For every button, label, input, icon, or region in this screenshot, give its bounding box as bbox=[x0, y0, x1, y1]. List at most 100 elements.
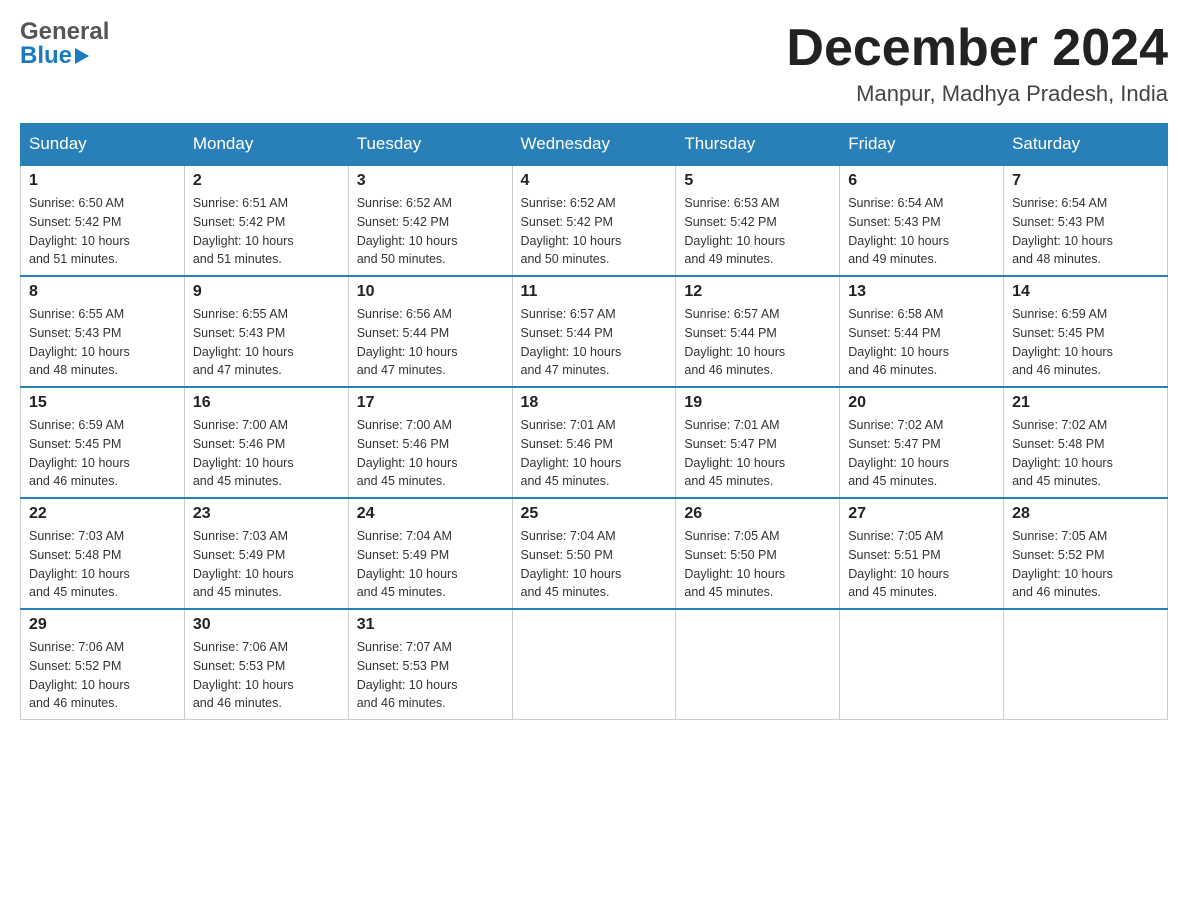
day-info: Sunrise: 7:00 AM Sunset: 5:46 PM Dayligh… bbox=[357, 416, 504, 491]
calendar-cell: 30 Sunrise: 7:06 AM Sunset: 5:53 PM Dayl… bbox=[184, 609, 348, 720]
day-info: Sunrise: 7:02 AM Sunset: 5:48 PM Dayligh… bbox=[1012, 416, 1159, 491]
day-number: 28 bbox=[1012, 505, 1159, 523]
header-wednesday: Wednesday bbox=[512, 124, 676, 166]
day-info: Sunrise: 6:55 AM Sunset: 5:43 PM Dayligh… bbox=[29, 305, 176, 380]
logo-line1: General bbox=[20, 20, 109, 44]
day-number: 23 bbox=[193, 505, 340, 523]
week-row-5: 29 Sunrise: 7:06 AM Sunset: 5:52 PM Dayl… bbox=[21, 609, 1168, 720]
calendar-cell: 10 Sunrise: 6:56 AM Sunset: 5:44 PM Dayl… bbox=[348, 276, 512, 387]
day-number: 31 bbox=[357, 616, 504, 634]
logo-block: General Blue bbox=[20, 20, 109, 68]
calendar-cell: 31 Sunrise: 7:07 AM Sunset: 5:53 PM Dayl… bbox=[348, 609, 512, 720]
calendar-cell: 14 Sunrise: 6:59 AM Sunset: 5:45 PM Dayl… bbox=[1004, 276, 1168, 387]
day-number: 8 bbox=[29, 283, 176, 301]
header-friday: Friday bbox=[840, 124, 1004, 166]
day-number: 30 bbox=[193, 616, 340, 634]
header-saturday: Saturday bbox=[1004, 124, 1168, 166]
day-info: Sunrise: 6:50 AM Sunset: 5:42 PM Dayligh… bbox=[29, 194, 176, 269]
day-info: Sunrise: 7:01 AM Sunset: 5:47 PM Dayligh… bbox=[684, 416, 831, 491]
calendar-cell: 13 Sunrise: 6:58 AM Sunset: 5:44 PM Dayl… bbox=[840, 276, 1004, 387]
header-thursday: Thursday bbox=[676, 124, 840, 166]
day-info: Sunrise: 6:53 AM Sunset: 5:42 PM Dayligh… bbox=[684, 194, 831, 269]
day-info: Sunrise: 6:56 AM Sunset: 5:44 PM Dayligh… bbox=[357, 305, 504, 380]
day-info: Sunrise: 7:03 AM Sunset: 5:49 PM Dayligh… bbox=[193, 527, 340, 602]
day-number: 21 bbox=[1012, 394, 1159, 412]
calendar-cell: 3 Sunrise: 6:52 AM Sunset: 5:42 PM Dayli… bbox=[348, 165, 512, 276]
header-monday: Monday bbox=[184, 124, 348, 166]
calendar-cell: 16 Sunrise: 7:00 AM Sunset: 5:46 PM Dayl… bbox=[184, 387, 348, 498]
month-title: December 2024 bbox=[786, 20, 1168, 77]
day-info: Sunrise: 7:05 AM Sunset: 5:51 PM Dayligh… bbox=[848, 527, 995, 602]
calendar-cell: 2 Sunrise: 6:51 AM Sunset: 5:42 PM Dayli… bbox=[184, 165, 348, 276]
day-info: Sunrise: 6:57 AM Sunset: 5:44 PM Dayligh… bbox=[684, 305, 831, 380]
day-info: Sunrise: 7:00 AM Sunset: 5:46 PM Dayligh… bbox=[193, 416, 340, 491]
day-number: 13 bbox=[848, 283, 995, 301]
day-number: 5 bbox=[684, 172, 831, 190]
day-info: Sunrise: 7:04 AM Sunset: 5:49 PM Dayligh… bbox=[357, 527, 504, 602]
day-number: 1 bbox=[29, 172, 176, 190]
logo-arrow-icon bbox=[75, 48, 89, 64]
week-row-4: 22 Sunrise: 7:03 AM Sunset: 5:48 PM Dayl… bbox=[21, 498, 1168, 609]
day-number: 27 bbox=[848, 505, 995, 523]
calendar-cell: 17 Sunrise: 7:00 AM Sunset: 5:46 PM Dayl… bbox=[348, 387, 512, 498]
calendar-cell: 19 Sunrise: 7:01 AM Sunset: 5:47 PM Dayl… bbox=[676, 387, 840, 498]
logo-blue-text: Blue bbox=[20, 44, 72, 68]
day-info: Sunrise: 6:54 AM Sunset: 5:43 PM Dayligh… bbox=[848, 194, 995, 269]
day-info: Sunrise: 6:58 AM Sunset: 5:44 PM Dayligh… bbox=[848, 305, 995, 380]
calendar-cell: 21 Sunrise: 7:02 AM Sunset: 5:48 PM Dayl… bbox=[1004, 387, 1168, 498]
header-sunday: Sunday bbox=[21, 124, 185, 166]
day-number: 4 bbox=[521, 172, 668, 190]
calendar-cell: 20 Sunrise: 7:02 AM Sunset: 5:47 PM Dayl… bbox=[840, 387, 1004, 498]
calendar-cell: 25 Sunrise: 7:04 AM Sunset: 5:50 PM Dayl… bbox=[512, 498, 676, 609]
day-info: Sunrise: 7:01 AM Sunset: 5:46 PM Dayligh… bbox=[521, 416, 668, 491]
calendar-cell: 12 Sunrise: 6:57 AM Sunset: 5:44 PM Dayl… bbox=[676, 276, 840, 387]
day-info: Sunrise: 7:05 AM Sunset: 5:50 PM Dayligh… bbox=[684, 527, 831, 602]
week-row-3: 15 Sunrise: 6:59 AM Sunset: 5:45 PM Dayl… bbox=[21, 387, 1168, 498]
day-number: 14 bbox=[1012, 283, 1159, 301]
weekday-header-row: Sunday Monday Tuesday Wednesday Thursday… bbox=[21, 124, 1168, 166]
calendar-cell bbox=[512, 609, 676, 720]
day-number: 3 bbox=[357, 172, 504, 190]
calendar-cell: 7 Sunrise: 6:54 AM Sunset: 5:43 PM Dayli… bbox=[1004, 165, 1168, 276]
day-number: 24 bbox=[357, 505, 504, 523]
calendar-cell: 29 Sunrise: 7:06 AM Sunset: 5:52 PM Dayl… bbox=[21, 609, 185, 720]
day-number: 19 bbox=[684, 394, 831, 412]
header-tuesday: Tuesday bbox=[348, 124, 512, 166]
day-info: Sunrise: 6:59 AM Sunset: 5:45 PM Dayligh… bbox=[29, 416, 176, 491]
day-number: 11 bbox=[521, 283, 668, 301]
day-info: Sunrise: 6:52 AM Sunset: 5:42 PM Dayligh… bbox=[357, 194, 504, 269]
calendar-cell: 11 Sunrise: 6:57 AM Sunset: 5:44 PM Dayl… bbox=[512, 276, 676, 387]
day-number: 17 bbox=[357, 394, 504, 412]
calendar-table: Sunday Monday Tuesday Wednesday Thursday… bbox=[20, 123, 1168, 720]
day-number: 2 bbox=[193, 172, 340, 190]
logo: General Blue bbox=[20, 20, 109, 68]
calendar-cell: 22 Sunrise: 7:03 AM Sunset: 5:48 PM Dayl… bbox=[21, 498, 185, 609]
calendar-cell: 15 Sunrise: 6:59 AM Sunset: 5:45 PM Dayl… bbox=[21, 387, 185, 498]
day-info: Sunrise: 7:04 AM Sunset: 5:50 PM Dayligh… bbox=[521, 527, 668, 602]
day-info: Sunrise: 7:03 AM Sunset: 5:48 PM Dayligh… bbox=[29, 527, 176, 602]
calendar-cell: 9 Sunrise: 6:55 AM Sunset: 5:43 PM Dayli… bbox=[184, 276, 348, 387]
day-number: 12 bbox=[684, 283, 831, 301]
calendar-cell bbox=[1004, 609, 1168, 720]
week-row-2: 8 Sunrise: 6:55 AM Sunset: 5:43 PM Dayli… bbox=[21, 276, 1168, 387]
calendar-cell: 8 Sunrise: 6:55 AM Sunset: 5:43 PM Dayli… bbox=[21, 276, 185, 387]
day-info: Sunrise: 6:57 AM Sunset: 5:44 PM Dayligh… bbox=[521, 305, 668, 380]
page-header: General Blue December 2024 Manpur, Madhy… bbox=[20, 20, 1168, 107]
calendar-cell: 18 Sunrise: 7:01 AM Sunset: 5:46 PM Dayl… bbox=[512, 387, 676, 498]
calendar-cell: 6 Sunrise: 6:54 AM Sunset: 5:43 PM Dayli… bbox=[840, 165, 1004, 276]
calendar-cell: 24 Sunrise: 7:04 AM Sunset: 5:49 PM Dayl… bbox=[348, 498, 512, 609]
location-subtitle: Manpur, Madhya Pradesh, India bbox=[786, 81, 1168, 107]
day-info: Sunrise: 7:05 AM Sunset: 5:52 PM Dayligh… bbox=[1012, 527, 1159, 602]
day-info: Sunrise: 7:06 AM Sunset: 5:52 PM Dayligh… bbox=[29, 638, 176, 713]
logo-line2: Blue bbox=[20, 44, 109, 68]
calendar-cell: 23 Sunrise: 7:03 AM Sunset: 5:49 PM Dayl… bbox=[184, 498, 348, 609]
calendar-cell bbox=[840, 609, 1004, 720]
day-number: 10 bbox=[357, 283, 504, 301]
calendar-cell: 26 Sunrise: 7:05 AM Sunset: 5:50 PM Dayl… bbox=[676, 498, 840, 609]
day-number: 22 bbox=[29, 505, 176, 523]
day-number: 15 bbox=[29, 394, 176, 412]
calendar-cell: 5 Sunrise: 6:53 AM Sunset: 5:42 PM Dayli… bbox=[676, 165, 840, 276]
calendar-cell bbox=[676, 609, 840, 720]
day-info: Sunrise: 7:07 AM Sunset: 5:53 PM Dayligh… bbox=[357, 638, 504, 713]
day-info: Sunrise: 7:06 AM Sunset: 5:53 PM Dayligh… bbox=[193, 638, 340, 713]
